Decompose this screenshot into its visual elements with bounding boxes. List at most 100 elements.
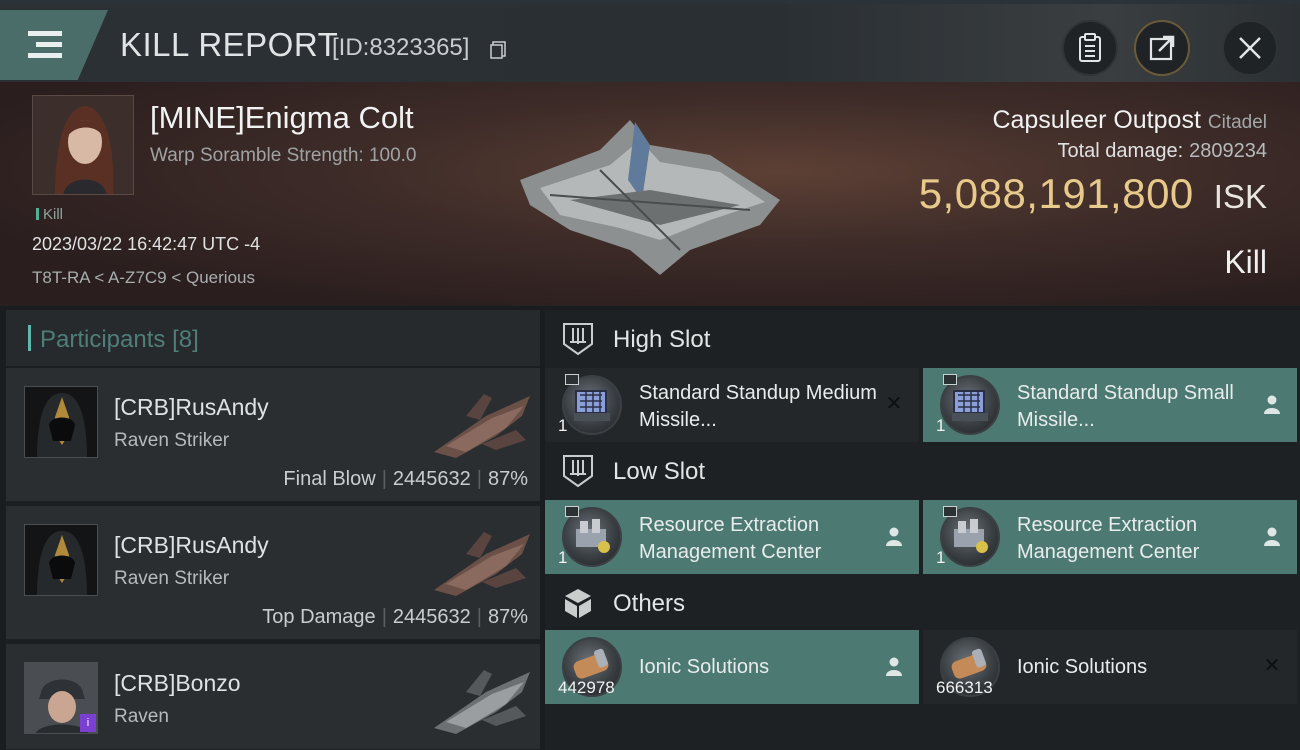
item-quantity: 666313 — [936, 678, 993, 697]
participant-percent: 87% — [487, 606, 528, 628]
participants-count: [8] — [172, 326, 199, 353]
item-name: Ionic Solutions — [1017, 656, 1148, 678]
menu-button[interactable] — [0, 10, 108, 80]
module-item[interactable]: 1 Resource Extraction Management Center — [545, 500, 919, 574]
avatar — [24, 386, 98, 458]
item-name: Standard Standup Medium Missile... — [639, 382, 877, 431]
person-icon — [886, 657, 902, 676]
item-quantity: 1 — [558, 548, 568, 567]
participant-damage: 2445632 — [392, 606, 471, 628]
cargo-item[interactable]: 442978 Ionic Solutions — [545, 630, 919, 704]
kill-datetime: 2023/03/22 16:42:47 UTC -4 — [32, 234, 261, 254]
kill-tag: Kill — [36, 206, 63, 223]
others-header: Others — [545, 574, 1300, 632]
result-label: Kill — [1224, 244, 1267, 280]
participant-ship: Raven Striker — [114, 568, 230, 589]
warp-scramble-strength: Warp Soramble Strength: 100.0 — [150, 145, 417, 166]
participants-header[interactable]: Participants [8] — [6, 310, 540, 366]
low-slot-label: Low Slot — [613, 458, 706, 485]
participant-ship: Raven Striker — [114, 430, 230, 451]
victim-name[interactable]: [MINE]Enigma Colt — [150, 100, 414, 136]
participants-marker — [28, 325, 31, 351]
high-slot-header: High Slot — [545, 310, 1300, 368]
helmet-avatar-icon — [25, 387, 97, 457]
module-item[interactable]: 1 Standard Standup Medium Missile... ✕ — [545, 368, 919, 442]
high-slot-label: High Slot — [613, 326, 711, 353]
participant-name: [CRB]Bonzo — [114, 670, 241, 696]
module-item[interactable]: 1 Standard Standup Small Missile... — [923, 368, 1297, 442]
victim-avatar — [33, 96, 133, 194]
high-slot-tag-icon — [565, 374, 579, 385]
share-icon — [1149, 35, 1175, 61]
raven-ship-image — [434, 670, 530, 734]
participant-ship: Raven — [114, 706, 169, 727]
item-name: Ionic Solutions — [639, 656, 770, 678]
menu-icon-bar — [28, 53, 62, 58]
isk-amount: 5,088,191,800 — [918, 170, 1194, 217]
item-quantity: 1 — [558, 416, 568, 435]
close-button[interactable] — [1222, 20, 1278, 76]
separator: | — [381, 468, 387, 490]
menu-icon-bar — [36, 42, 62, 47]
participant-card[interactable]: i [CRB]Bonzo Raven — [6, 644, 540, 750]
participant-percent: 87% — [487, 468, 528, 490]
share-button[interactable] — [1134, 20, 1190, 76]
participant-role: Final Blow — [283, 468, 376, 490]
person-icon — [1264, 395, 1280, 414]
raven-striker-ship-image — [434, 394, 530, 458]
module-item[interactable]: 1 Resource Extraction Management Center — [923, 500, 1297, 574]
clipboard-icon — [1079, 33, 1101, 62]
participants-panel: Participants [8] [CRB]RusAndy Raven Stri… — [6, 310, 540, 750]
fitting-panel: High Slot 1 Standard Standup Medium Miss… — [545, 310, 1300, 750]
participants-label: Participants — [40, 326, 166, 353]
missile-launcher-art — [952, 390, 988, 421]
cargo-item[interactable]: 666313 Ionic Solutions ✕ — [923, 630, 1297, 704]
citadel-ship-image — [520, 120, 780, 275]
separator: | — [476, 606, 482, 628]
helmet-avatar-icon — [25, 525, 97, 595]
participant-name: [CRB]RusAndy — [114, 394, 269, 420]
close-icon — [1239, 37, 1261, 59]
high-slot-tag-icon — [943, 374, 957, 385]
participant-stats: Final Blow | 2445632 | 87% — [283, 468, 528, 491]
clipboard-button[interactable] — [1062, 20, 1118, 76]
kill-marker — [36, 208, 39, 220]
target-name[interactable]: Capsuleer Outpost — [992, 106, 1200, 134]
item-name: Resource Extraction Management Center — [1017, 514, 1200, 563]
info-badge: i — [80, 714, 96, 732]
report-id: [ID:8323365] — [332, 34, 470, 61]
item-quantity: 1 — [936, 416, 946, 435]
participant-stats: Top Damage | 2445632 | 87% — [262, 606, 528, 629]
high-slot-icon — [563, 323, 593, 356]
avatar: i — [24, 662, 98, 734]
target-structure: Capsuleer Outpost Citadel — [992, 106, 1267, 135]
total-damage-value: 2809234 — [1189, 140, 1267, 162]
kill-location[interactable]: T8T-RA < A-Z7C9 < Querious — [32, 268, 255, 288]
participant-role: Top Damage — [262, 606, 376, 628]
victim-portrait[interactable] — [32, 95, 134, 195]
item-name: Resource Extraction Management Center — [639, 514, 822, 563]
total-damage-label: Total damage: — [1057, 140, 1184, 162]
kill-tag-label: Kill — [43, 206, 64, 223]
isk-value: 5,088,191,800 ISK — [919, 170, 1267, 218]
separator: | — [476, 468, 482, 490]
participants-title: Participants [8] — [40, 326, 199, 354]
missile-launcher-art — [574, 390, 610, 421]
low-slot-tag-icon — [943, 506, 957, 517]
destroyed-icon: ✕ — [1263, 655, 1281, 677]
destroyed-icon: ✕ — [885, 393, 903, 415]
total-damage: Total damage: 2809234 — [1057, 140, 1267, 163]
menu-icon — [28, 31, 62, 36]
participant-card[interactable]: [CRB]RusAndy Raven Striker Top Damage | 24… — [6, 506, 540, 640]
participant-card[interactable]: [CRB]RusAndy Raven Striker Final Blow | 24… — [6, 368, 540, 502]
page-title: KILL REPORT — [120, 26, 339, 63]
item-quantity: 1 — [936, 548, 946, 567]
item-quantity: 442978 — [558, 678, 615, 697]
low-slot-icon — [563, 455, 593, 488]
copy-icon[interactable] — [490, 41, 506, 59]
low-slot-header: Low Slot — [545, 442, 1300, 500]
participant-name: [CRB]RusAndy — [114, 532, 269, 558]
others-label: Others — [613, 590, 686, 617]
cargo-box-icon — [565, 589, 591, 618]
isk-unit: ISK — [1213, 178, 1267, 215]
